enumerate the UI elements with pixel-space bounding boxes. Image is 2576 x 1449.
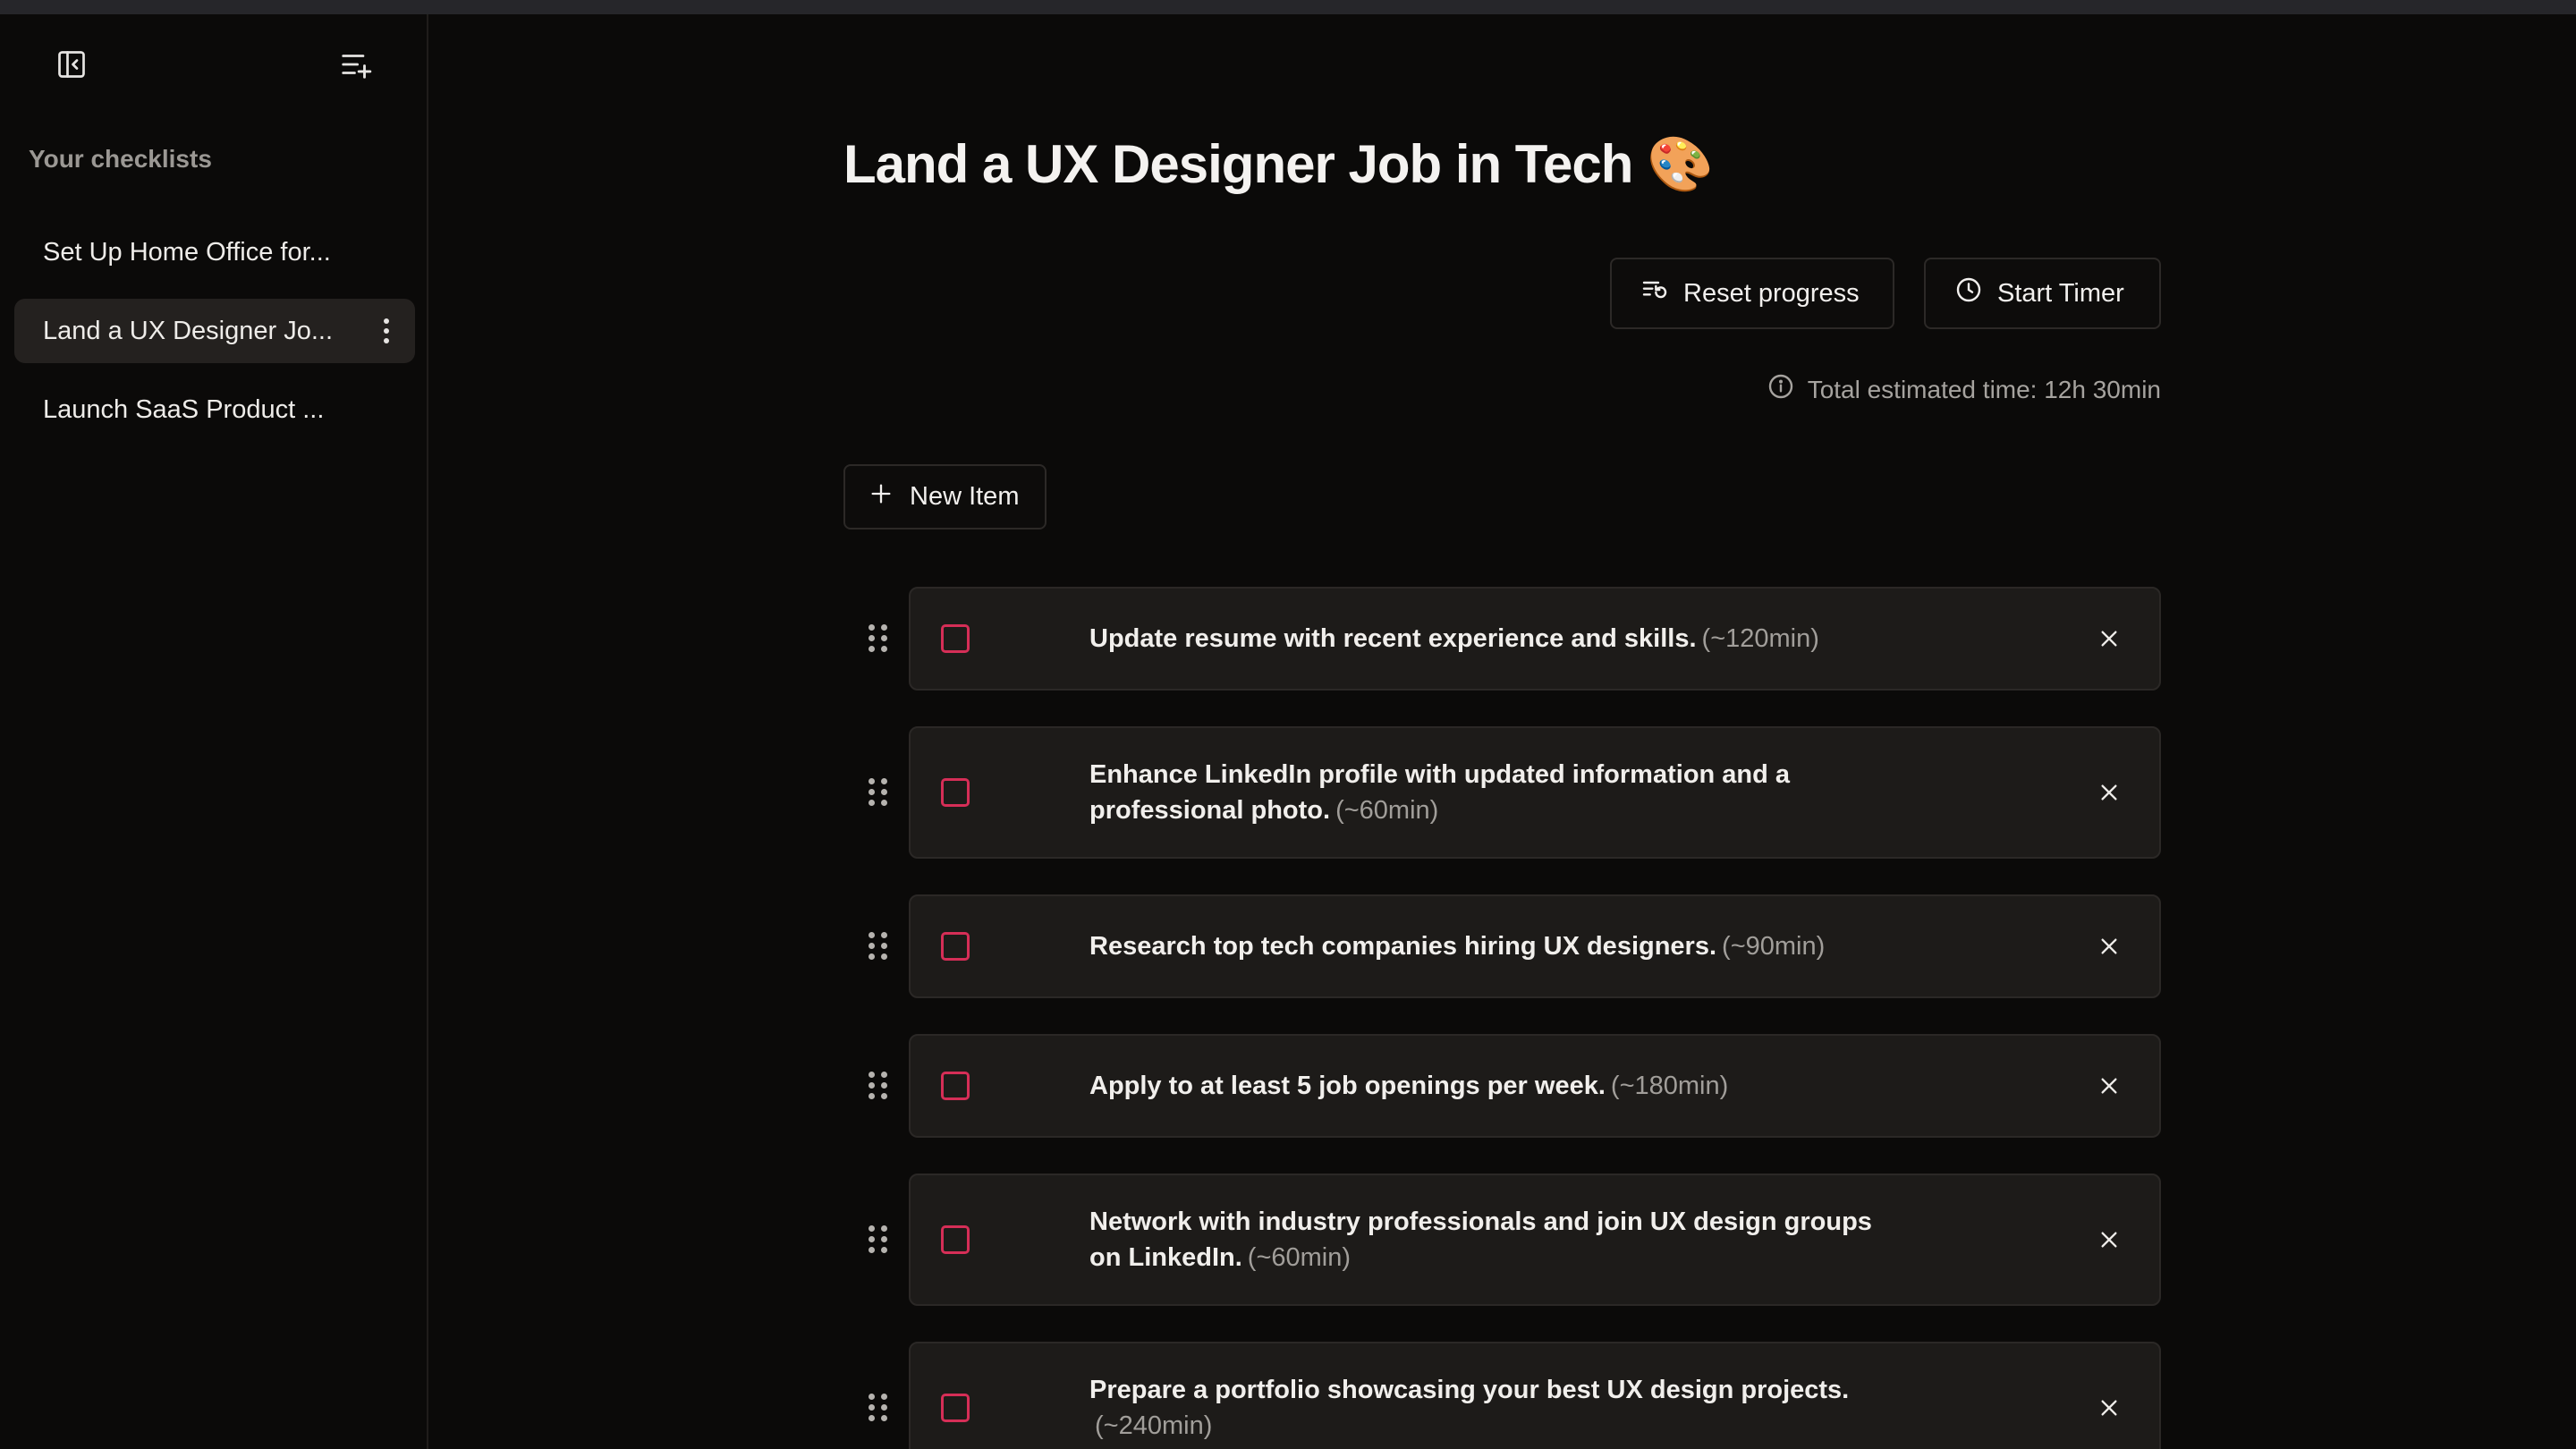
- item-text: Apply to at least 5 job openings per wee…: [1089, 1068, 1728, 1104]
- drag-handle-icon[interactable]: [869, 624, 887, 653]
- close-icon[interactable]: [2097, 626, 2122, 651]
- checklist-item-card: Enhance LinkedIn profile with updated in…: [909, 726, 2161, 859]
- plus-icon: [869, 481, 894, 513]
- sidebar: Your checklists Set Up Home Office for..…: [0, 14, 428, 1449]
- drag-handle-icon[interactable]: [869, 1072, 887, 1100]
- item-text: Enhance LinkedIn profile with updated in…: [1089, 757, 1891, 828]
- item-time: (~240min): [1095, 1411, 1213, 1440]
- checklist-item-card: Prepare a portfolio showcasing your best…: [909, 1342, 2161, 1449]
- checklist-item-card: Apply to at least 5 job openings per wee…: [909, 1034, 2161, 1138]
- item-label: Prepare a portfolio showcasing your best…: [1089, 1376, 1850, 1404]
- item-time: (~60min): [1247, 1243, 1352, 1272]
- item-text: Prepare a portfolio showcasing your best…: [1089, 1372, 1891, 1444]
- item-text: Network with industry professionals and …: [1089, 1204, 1891, 1275]
- sidebar-item-label: Land a UX Designer Jo...: [43, 316, 334, 345]
- reset-progress-label: Reset progress: [1683, 278, 1860, 308]
- checklist-list: Set Up Home Office for... Land a UX Desi…: [14, 220, 415, 456]
- item-time: (~60min): [1335, 796, 1439, 825]
- sidebar-heading: Your checklists: [29, 145, 212, 173]
- total-estimate: Total estimated time: 12h 30min: [1767, 372, 2161, 407]
- list-restart-icon: [1640, 275, 1669, 311]
- item-time: (~90min): [1722, 932, 1826, 961]
- checklist-item-card: Research top tech companies hiring UX de…: [909, 894, 2161, 998]
- sidebar-item-label: Launch SaaS Product ...: [43, 394, 325, 424]
- item-text: Research top tech companies hiring UX de…: [1089, 928, 1825, 964]
- item-label: Apply to at least 5 job openings per wee…: [1089, 1072, 1606, 1100]
- list-item: Network with industry professionals and …: [843, 1174, 2161, 1306]
- item-label: Network with industry professionals and …: [1089, 1208, 1872, 1272]
- item-checkbox[interactable]: [941, 778, 970, 807]
- item-label: Enhance LinkedIn profile with updated in…: [1089, 760, 1791, 825]
- sidebar-item-home-office[interactable]: Set Up Home Office for...: [14, 220, 415, 284]
- close-icon[interactable]: [2097, 1073, 2122, 1098]
- start-timer-label: Start Timer: [1997, 278, 2124, 308]
- drag-handle-icon[interactable]: [869, 1394, 887, 1422]
- list-item: Enhance LinkedIn profile with updated in…: [843, 726, 2161, 859]
- start-timer-button[interactable]: Start Timer: [1924, 258, 2161, 329]
- list-item: Research top tech companies hiring UX de…: [843, 894, 2161, 998]
- clock-icon: [1954, 275, 1983, 311]
- more-options-icon[interactable]: [383, 318, 390, 343]
- list-item: Prepare a portfolio showcasing your best…: [843, 1342, 2161, 1449]
- list-plus-icon[interactable]: [336, 45, 376, 84]
- item-time: (~180min): [1610, 1072, 1729, 1100]
- panel-collapse-icon[interactable]: [52, 45, 91, 84]
- total-estimate-text: Total estimated time: 12h 30min: [1807, 375, 2161, 403]
- checklist-item-card: Network with industry professionals and …: [909, 1174, 2161, 1306]
- drag-handle-icon[interactable]: [869, 932, 887, 961]
- drag-handle-icon[interactable]: [869, 1225, 887, 1254]
- item-label: Update resume with recent experience and…: [1089, 624, 1697, 653]
- new-item-button[interactable]: New Item: [843, 464, 1046, 530]
- close-icon[interactable]: [2097, 1395, 2122, 1420]
- list-item: Update resume with recent experience and…: [843, 587, 2161, 691]
- list-item: Apply to at least 5 job openings per wee…: [843, 1034, 2161, 1138]
- info-icon: [1767, 372, 1795, 407]
- sidebar-item-saas-launch[interactable]: Launch SaaS Product ...: [14, 377, 415, 442]
- close-icon[interactable]: [2097, 780, 2122, 805]
- new-item-label: New Item: [910, 482, 1020, 511]
- item-checkbox[interactable]: [941, 932, 970, 961]
- close-icon[interactable]: [2097, 934, 2122, 959]
- reset-progress-button[interactable]: Reset progress: [1610, 258, 1894, 329]
- window-top-bar: [0, 0, 2576, 14]
- item-label: Research top tech companies hiring UX de…: [1089, 932, 1717, 961]
- item-checkbox[interactable]: [941, 1225, 970, 1254]
- item-checkbox[interactable]: [941, 1394, 970, 1422]
- drag-handle-icon[interactable]: [869, 778, 887, 807]
- sidebar-item-ux-designer[interactable]: Land a UX Designer Jo...: [14, 299, 415, 363]
- page-title: Land a UX Designer Job in Tech 🎨: [843, 134, 1714, 194]
- item-checkbox[interactable]: [941, 1072, 970, 1100]
- item-text: Update resume with recent experience and…: [1089, 621, 1819, 657]
- close-icon[interactable]: [2097, 1227, 2122, 1252]
- item-time: (~120min): [1701, 624, 1819, 653]
- sidebar-item-label: Set Up Home Office for...: [43, 237, 331, 267]
- item-checkbox[interactable]: [941, 624, 970, 653]
- checklist-items: Update resume with recent experience and…: [843, 587, 2161, 1449]
- checklist-item-card: Update resume with recent experience and…: [909, 587, 2161, 691]
